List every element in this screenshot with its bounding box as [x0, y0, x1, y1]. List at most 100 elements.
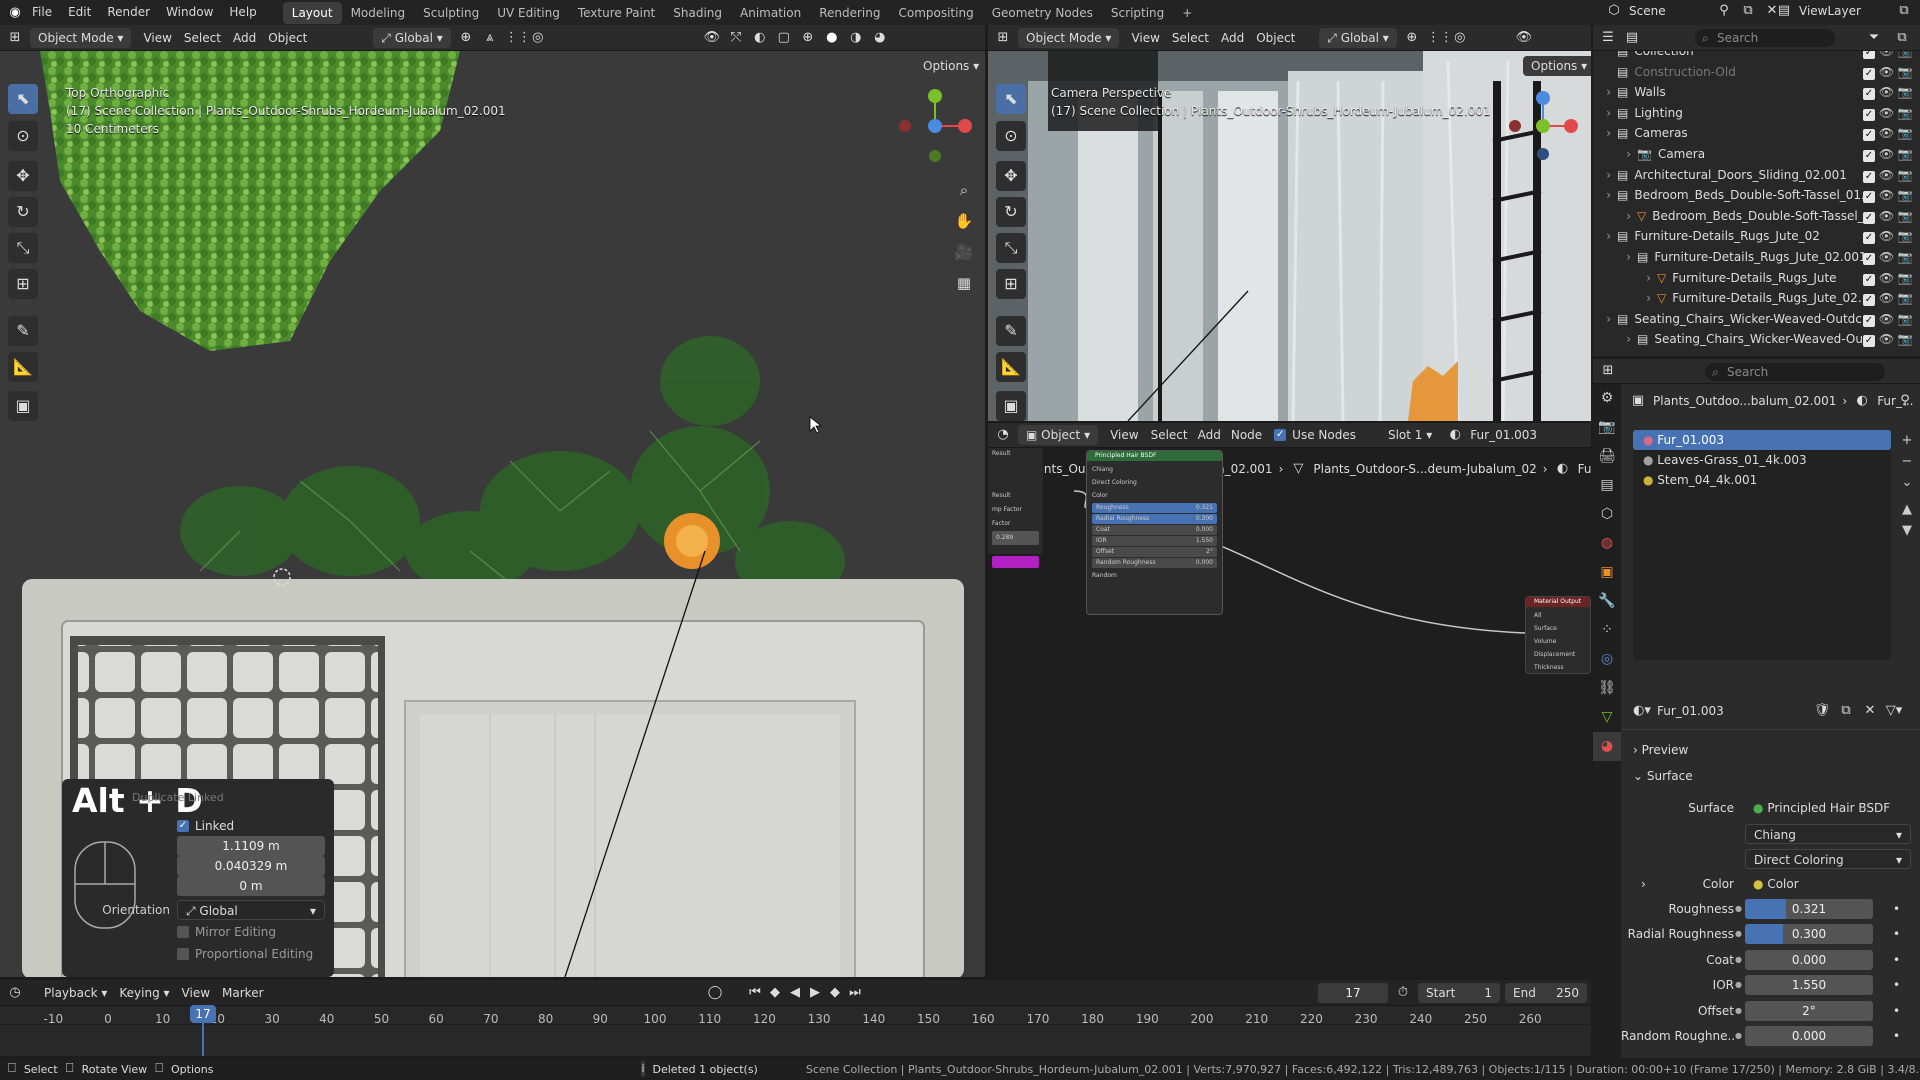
camera-view-icon[interactable]: 🎥 [953, 237, 975, 268]
navigation-gizmo[interactable] [895, 86, 975, 166]
workspace-tab-rendering[interactable]: Rendering [810, 2, 889, 24]
exclude-checkbox-icon[interactable]: ✓ [1863, 314, 1875, 327]
pin-icon[interactable]: ⚲ [1896, 392, 1914, 410]
object-menu[interactable]: Object [1256, 31, 1295, 45]
outliner-item[interactable]: ▤ Construction-Old ✓ 👁 📷 [1593, 62, 1920, 82]
param-field-coat[interactable]: 0.000 [1745, 949, 1873, 970]
material-browse-icon[interactable]: ◐▾ [1633, 702, 1651, 720]
outliner-item[interactable]: › ▤ Walls ✓ 👁 📷 [1593, 82, 1920, 102]
scene-tab-icon[interactable]: ⬡ [1593, 500, 1621, 529]
scale-tool-button[interactable]: ⤡ [8, 233, 38, 263]
exclude-checkbox-icon[interactable]: ✓ [1863, 88, 1875, 101]
node-menu[interactable]: Node [1231, 428, 1262, 442]
jump-start-icon[interactable]: ⏮ [746, 984, 764, 1002]
render-camera-icon[interactable]: 📷 [1894, 209, 1913, 223]
transform-tool-button[interactable]: ⊞ [996, 269, 1026, 299]
overlay-icon[interactable]: ◐ [751, 29, 769, 47]
surface-panel-toggle[interactable]: ⌄ Surface [1633, 766, 1693, 786]
render-camera-icon[interactable]: 📷 [1894, 188, 1913, 202]
param-field-ior[interactable]: 1.550 [1745, 975, 1873, 996]
outliner-item[interactable]: › ▽ Furniture-Details_Rugs_Jute ✓ 👁 📷 [1593, 268, 1920, 288]
new-scene-icon[interactable]: ⧉ [1739, 2, 1757, 20]
mirror-editing-checkbox[interactable]: Mirror Editing [177, 925, 276, 939]
keying-menu[interactable]: Keying ▾ [119, 986, 169, 1000]
physics-tab-icon[interactable]: ◎ [1593, 645, 1621, 674]
view-menu[interactable]: View [1131, 31, 1159, 45]
stopwatch-icon[interactable]: ⏱ [1394, 984, 1412, 1002]
view-menu[interactable]: View [182, 986, 210, 1000]
snap-icon[interactable]: ⋮⋮ [1427, 29, 1453, 47]
outliner-item[interactable]: › ▽ Furniture-Details_Rugs_Jute_02. ✓ 👁 📷 [1593, 288, 1920, 308]
material-slot-item[interactable]: ● Leaves-Grass_01_4k.003 [1633, 450, 1891, 470]
orientation-dropdown[interactable]: ⤢ Global ▾ [1319, 27, 1397, 48]
eye-icon[interactable]: 👁 [1875, 106, 1894, 120]
material-slot-item[interactable]: ● Fur_01.003 [1633, 430, 1891, 450]
eye-icon[interactable]: 👁 [1875, 85, 1894, 99]
exclude-checkbox-icon[interactable]: ✓ [1863, 273, 1875, 286]
object-menu[interactable]: Object [268, 31, 307, 45]
keyframe-dot-icon[interactable]: • [1893, 950, 1900, 970]
editor-type-icon[interactable]: ⊞ [994, 29, 1012, 47]
material-tab-icon[interactable]: ◕ [1593, 732, 1621, 761]
render-camera-icon[interactable]: 📷 [1894, 51, 1913, 58]
render-camera-icon[interactable]: 📷 [1894, 332, 1913, 346]
use-nodes-check-icon[interactable]: ✓ [1274, 429, 1287, 441]
view-layer-tab-icon[interactable]: ▤ [1593, 471, 1621, 500]
visibility-icon[interactable]: 👁 [1515, 29, 1533, 47]
proportional-editing-checkbox[interactable]: Proportional Editing [177, 947, 313, 961]
exclude-checkbox-icon[interactable]: ✓ [1863, 232, 1875, 245]
eye-icon[interactable]: 👁 [1875, 51, 1894, 58]
options-button[interactable]: Options ▾ [1523, 56, 1591, 76]
fake-user-icon[interactable]: 🛡 [1813, 702, 1831, 720]
remove-slot-icon[interactable]: − [1897, 451, 1917, 472]
eye-icon[interactable]: 👁 [1875, 312, 1894, 326]
eye-icon[interactable]: 👁 [1875, 65, 1894, 79]
exclude-checkbox-icon[interactable]: ✓ [1863, 170, 1875, 183]
pan-hand-icon[interactable]: ✋ [953, 206, 975, 237]
snap-icon[interactable]: ⩓ [481, 29, 499, 47]
node-socket-row[interactable]: Random Roughness 0.000 [1092, 557, 1217, 568]
eye-icon[interactable]: 👁 [1875, 126, 1894, 140]
measure-tool-button[interactable]: 📐 [8, 352, 38, 382]
exclude-checkbox-icon[interactable]: ✓ [1863, 108, 1875, 121]
filter-icon[interactable]: ⏷ [1865, 29, 1883, 47]
navigation-gizmo[interactable] [1503, 86, 1583, 166]
playhead-indicator[interactable]: 17 [190, 1005, 216, 1023]
add-cube-tool-button[interactable]: ▣ [996, 391, 1026, 421]
exclude-checkbox-icon[interactable]: ✓ [1863, 150, 1875, 162]
annotate-tool-button[interactable]: ✎ [996, 316, 1026, 346]
keyframe-dot-icon[interactable]: • [1893, 899, 1900, 919]
pivot-icon[interactable]: ⊕ [457, 29, 475, 47]
rotate-tool-button[interactable]: ↻ [996, 197, 1026, 227]
workspace-tab-uv-editing[interactable]: UV Editing [488, 2, 569, 24]
node-editor-canvas[interactable]: ▣ Plants_Outdoor-Shr...um-Jubalum_02.001… [988, 448, 1591, 977]
param-field-random-roughness[interactable]: 0.000 [1745, 1026, 1873, 1046]
object-tab-icon[interactable]: ▣ [1593, 558, 1621, 587]
node-socket-row[interactable]: Direct Coloring [1092, 476, 1217, 489]
keyframe-dot-icon[interactable]: • [1893, 1026, 1900, 1046]
param-field-offset[interactable]: 2° [1745, 1000, 1873, 1021]
add-menu[interactable]: Add [233, 31, 256, 45]
orientation-dropdown[interactable]: ⤢ Global ▾ [373, 27, 451, 48]
outliner-item[interactable]: › 📷 Camera ✓ 👁 📷 [1593, 144, 1920, 164]
exclude-checkbox-icon[interactable]: ✓ [1863, 191, 1875, 204]
output-tab-icon[interactable]: 🖨 [1593, 442, 1621, 471]
move-z-field[interactable]: 0 m [177, 876, 325, 896]
left-viewport[interactable]: Top Orthographic (17) Scene Collection |… [0, 51, 985, 977]
snap-target-icon[interactable]: ⋮⋮ [505, 29, 531, 47]
workspace-tab-animation[interactable]: Animation [731, 2, 810, 24]
view-menu[interactable]: View [1110, 428, 1138, 442]
param-field-radial-roughness[interactable]: 0.300 [1745, 924, 1873, 945]
editor-type-icon[interactable]: ◔ [994, 426, 1012, 444]
exclude-checkbox-icon[interactable]: ✓ [1863, 294, 1875, 307]
outliner-item[interactable]: › ▤ Seating_Chairs_Wicker-Weaved-Ou ✓ 👁 📷 [1593, 329, 1920, 349]
exclude-checkbox-icon[interactable]: ✓ [1863, 129, 1875, 142]
workspace-tab-geometry-nodes[interactable]: Geometry Nodes [983, 2, 1102, 24]
gizmo-icon[interactable]: ⤲ [727, 29, 745, 47]
workspace-tab-sculpting[interactable]: Sculpting [414, 2, 488, 24]
visibility-icon[interactable]: 👁 [703, 29, 721, 47]
eye-icon[interactable]: 👁 [1875, 209, 1894, 223]
model-dropdown[interactable]: Chiang ▾ [1745, 824, 1911, 844]
exclude-checkbox-icon[interactable]: ✓ [1863, 67, 1875, 80]
linked-checkbox[interactable]: ✓ Linked [177, 819, 234, 833]
